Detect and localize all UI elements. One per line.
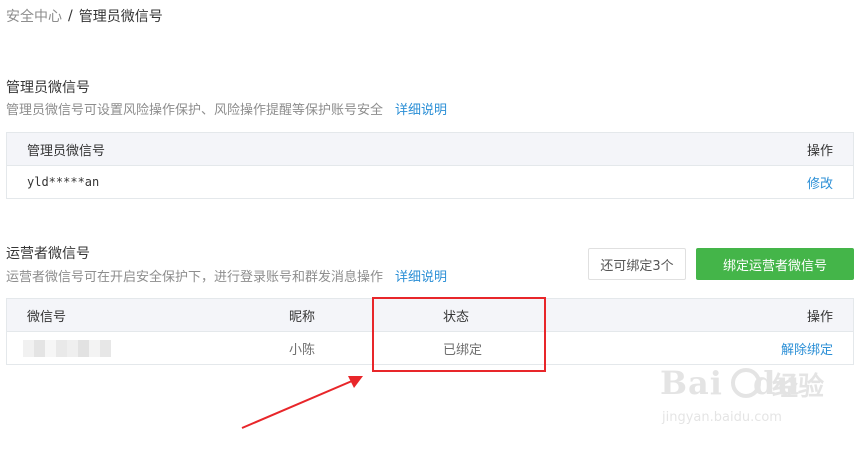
- remaining-bind-count-button[interactable]: 还可绑定3个: [588, 248, 686, 280]
- mosaic-blur: [23, 339, 111, 357]
- operator-description-text: 运营者微信号可在开启安全保护下，进行登录账号和群发消息操作: [6, 270, 384, 285]
- operator-col-nickname: 昵称: [289, 309, 316, 325]
- operator-col-action: 操作: [806, 309, 833, 325]
- paw-icon: [731, 368, 761, 398]
- annotation-highlight-box: [372, 297, 546, 372]
- operator-wechat-id-blurred: [23, 332, 111, 364]
- operator-nickname: 小陈: [289, 342, 316, 358]
- admin-section-title: 管理员微信号: [6, 80, 90, 96]
- admin-table-header: 管理员微信号 操作: [7, 133, 853, 166]
- baidu-jingyan-watermark: Bai du 经验 jingyan.baidu.com: [660, 364, 856, 450]
- admin-col-action: 操作: [806, 143, 833, 159]
- table-row: yld*****an 修改: [7, 166, 853, 198]
- breadcrumb-separator: /: [68, 8, 73, 24]
- breadcrumb: 安全中心 / 管理员微信号: [6, 6, 163, 26]
- bind-operator-button[interactable]: 绑定运营者微信号: [696, 248, 854, 280]
- admin-detail-link[interactable]: 详细说明: [395, 103, 447, 118]
- breadcrumb-current: 管理员微信号: [78, 9, 163, 25]
- operator-col-wechat-id: 微信号: [27, 309, 67, 325]
- admin-section-description: 管理员微信号可设置风险操作保护、风险操作提醒等保护账号安全 详细说明: [6, 99, 447, 118]
- admin-description-text: 管理员微信号可设置风险操作保护、风险操作提醒等保护账号安全: [6, 103, 384, 118]
- operator-section-title: 运营者微信号: [6, 246, 90, 262]
- operator-detail-link[interactable]: 详细说明: [395, 270, 447, 285]
- admin-wechat-id: yld*****an: [27, 175, 100, 189]
- admin-col-wechat-id: 管理员微信号: [27, 143, 106, 159]
- unbind-link[interactable]: 解除绑定: [781, 332, 833, 364]
- breadcrumb-security-center[interactable]: 安全中心: [6, 6, 62, 26]
- admin-table: 管理员微信号 操作 yld*****an 修改: [6, 132, 854, 199]
- modify-link[interactable]: 修改: [807, 166, 833, 198]
- watermark-cn: 经验: [772, 372, 825, 402]
- watermark-url: jingyan.baidu.com: [662, 410, 782, 425]
- operator-section-description: 运营者微信号可在开启安全保护下，进行登录账号和群发消息操作 详细说明: [6, 266, 447, 285]
